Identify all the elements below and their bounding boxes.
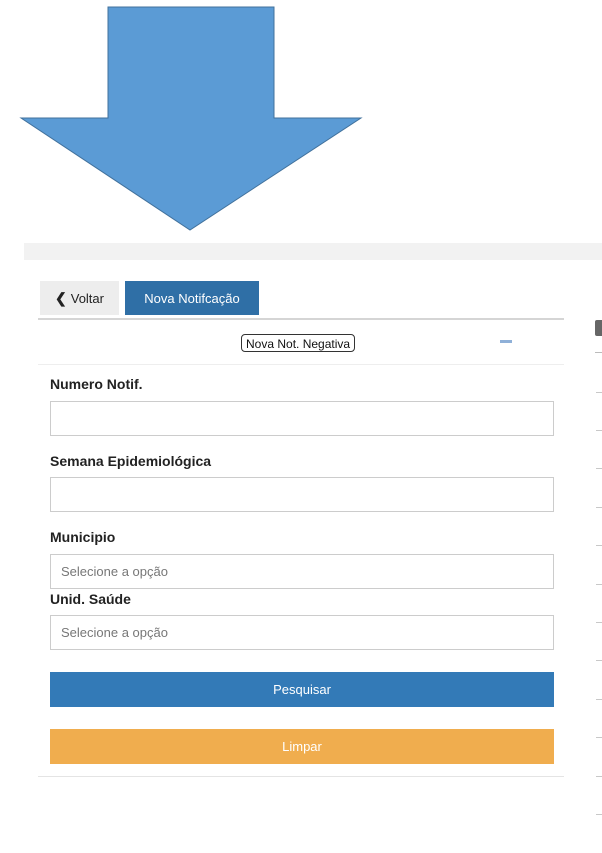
side-tick bbox=[596, 545, 602, 546]
down-arrow-icon bbox=[19, 6, 363, 231]
unid-saude-label: Unid. Saúde bbox=[50, 591, 131, 607]
side-tick bbox=[596, 699, 602, 700]
side-panel-tab[interactable] bbox=[595, 320, 602, 336]
top-bar bbox=[24, 243, 602, 260]
negative-notification-button[interactable]: Nova Not. Negativa bbox=[241, 334, 356, 352]
municipio-label: Municipio bbox=[50, 529, 116, 545]
unid-saude-select[interactable]: Selecione a opção bbox=[50, 615, 554, 650]
search-button[interactable]: Pesquisar bbox=[50, 672, 554, 707]
back-button-label: Voltar bbox=[70, 290, 104, 306]
clear-button[interactable]: Limpar bbox=[50, 729, 554, 764]
new-notification-button[interactable]: Nova Notifcação bbox=[125, 281, 259, 315]
side-tick bbox=[596, 776, 602, 777]
chevron-left-icon: ❮ bbox=[55, 289, 67, 306]
side-tick bbox=[596, 392, 602, 393]
side-tick bbox=[596, 468, 602, 469]
side-tick bbox=[596, 737, 602, 738]
back-button[interactable]: ❮ Voltar bbox=[40, 281, 119, 315]
numero-notif-input[interactable] bbox=[50, 401, 554, 436]
numero-notif-label: Numero Notif. bbox=[50, 376, 143, 392]
side-tick bbox=[596, 814, 602, 815]
side-tick bbox=[596, 584, 602, 585]
semana-input[interactable] bbox=[50, 477, 554, 512]
panel-header: Nova Not. Negativa bbox=[38, 320, 564, 365]
minus-icon[interactable] bbox=[500, 340, 512, 343]
semana-label: Semana Epidemiológica bbox=[50, 453, 212, 469]
side-tick bbox=[596, 507, 602, 508]
side-tick bbox=[596, 622, 602, 623]
municipio-select[interactable]: Selecione a opção bbox=[50, 554, 554, 589]
side-tick bbox=[596, 430, 602, 431]
side-tick bbox=[596, 660, 602, 661]
side-divider bbox=[595, 352, 602, 353]
